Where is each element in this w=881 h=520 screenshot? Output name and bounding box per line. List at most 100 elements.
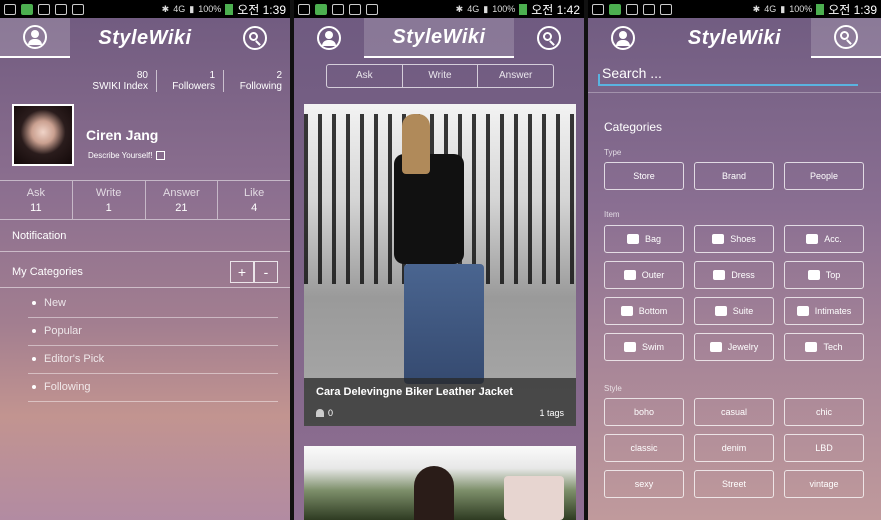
post-image-figure: [384, 114, 504, 394]
item-jewelry-button[interactable]: Jewelry: [694, 333, 774, 361]
style-lbd-button[interactable]: LBD: [784, 434, 864, 462]
mail-icon: [660, 3, 672, 15]
describe-yourself[interactable]: Describe Yourself!: [88, 151, 166, 161]
activity-bar: Ask 11 Write 1 Answer 21 Like 4: [0, 180, 290, 220]
tab-profile[interactable]: [588, 18, 658, 58]
dress-icon: [713, 270, 726, 280]
post-caption: Cara Delevingne Biker Leather Jacket 0 1…: [304, 378, 576, 426]
user-icon: [23, 25, 47, 49]
add-category-button[interactable]: +: [230, 261, 254, 283]
my-categories-row: My Categories + -: [0, 258, 290, 288]
notification-icon: [609, 3, 621, 15]
avatar[interactable]: [12, 104, 74, 166]
tab-feed[interactable]: StyleWiki: [658, 18, 811, 58]
activity-like[interactable]: Like 4: [218, 181, 290, 219]
search-screen: ✱ 4G ▮ 100% 오전 1:39 StyleWiki Search ...…: [588, 0, 881, 520]
stat-following[interactable]: 2 Following: [224, 70, 290, 92]
outer-icon: [623, 270, 636, 280]
activity-answer[interactable]: Answer 21: [146, 181, 219, 219]
search-icon: [243, 26, 267, 50]
filter-answer[interactable]: Answer: [478, 65, 553, 87]
item-top-button[interactable]: Top: [784, 261, 864, 289]
clock: 오전 1:39: [237, 2, 286, 17]
top-icon: [807, 270, 820, 280]
type-store-button[interactable]: Store: [604, 162, 684, 190]
list-item[interactable]: Popular: [28, 318, 278, 346]
back-icon: [592, 3, 604, 15]
filter-ask[interactable]: Ask: [327, 65, 403, 87]
clock: 오전 1:39: [828, 2, 877, 17]
item-tech-button[interactable]: Tech: [784, 333, 864, 361]
item-intimates-button[interactable]: Intimates: [784, 297, 864, 325]
notification-row[interactable]: Notification: [0, 222, 290, 252]
style-grid: boho casual chic classic denim LBD sexy …: [604, 398, 864, 498]
battery-percent: 100%: [789, 4, 813, 14]
style-casual-button[interactable]: casual: [694, 398, 774, 426]
style-boho-button[interactable]: boho: [604, 398, 684, 426]
type-label: Type: [604, 148, 622, 157]
item-dress-button[interactable]: Dress: [694, 261, 774, 289]
style-vintage-button[interactable]: vintage: [784, 470, 864, 498]
style-label: Style: [604, 384, 622, 393]
battery-percent: 100%: [492, 4, 516, 14]
style-classic-button[interactable]: classic: [604, 434, 684, 462]
item-bag-button[interactable]: Bag: [604, 225, 684, 253]
feed-post[interactable]: [304, 446, 576, 520]
type-people-button[interactable]: People: [784, 162, 864, 190]
stat-followers[interactable]: 1 Followers: [157, 70, 224, 92]
intimates-icon: [796, 306, 809, 316]
post-title: Cara Delevingne Biker Leather Jacket: [316, 386, 513, 398]
item-grid: Bag Shoes Acc. Outer Dress Top Bottom Su…: [604, 225, 864, 361]
tab-feed[interactable]: StyleWiki: [70, 18, 220, 58]
notification-icon: [315, 3, 327, 15]
item-bottom-button[interactable]: Bottom: [604, 297, 684, 325]
tab-feed[interactable]: StyleWiki: [364, 18, 514, 58]
style-sexy-button[interactable]: sexy: [604, 470, 684, 498]
filter-write[interactable]: Write: [403, 65, 479, 87]
accessory-icon: [806, 234, 819, 244]
activity-write[interactable]: Write 1: [73, 181, 146, 219]
item-swim-button[interactable]: Swim: [604, 333, 684, 361]
tab-search[interactable]: [811, 18, 881, 58]
bag-icon: [626, 234, 639, 244]
search-icon: [537, 26, 561, 50]
remove-category-button[interactable]: -: [254, 261, 278, 283]
swimsuit-icon: [624, 342, 636, 352]
search-input[interactable]: Search ...: [598, 60, 858, 86]
shoe-icon: [712, 234, 725, 244]
tab-search[interactable]: [514, 18, 584, 58]
activity-ask[interactable]: Ask 11: [0, 181, 73, 219]
like-count: 0: [328, 408, 334, 418]
style-chic-button[interactable]: chic: [784, 398, 864, 426]
tab-profile[interactable]: [0, 18, 70, 58]
feed-post[interactable]: Cara Delevingne Biker Leather Jacket 0 1…: [304, 104, 576, 426]
list-item[interactable]: Editor's Pick: [28, 346, 278, 374]
stat-swiki-index[interactable]: 80 SWIKI Index: [90, 70, 157, 92]
item-outer-button[interactable]: Outer: [604, 261, 684, 289]
tab-profile[interactable]: [294, 18, 364, 58]
skirt-icon: [620, 306, 633, 316]
tab-search[interactable]: [220, 18, 290, 58]
list-item[interactable]: Following: [28, 374, 278, 402]
item-label: Item: [604, 210, 620, 219]
user-icon: [317, 26, 341, 50]
list-item[interactable]: New: [28, 290, 278, 318]
back-icon: [298, 3, 310, 15]
bluetooth-icon: ✱: [161, 3, 170, 14]
heart-icon: [316, 409, 324, 417]
item-shoes-button[interactable]: Shoes: [694, 225, 774, 253]
style-denim-button[interactable]: denim: [694, 434, 774, 462]
item-suite-button[interactable]: Suite: [694, 297, 774, 325]
network-type: 4G: [467, 4, 480, 14]
top-nav: StyleWiki: [588, 18, 881, 58]
item-acc-button[interactable]: Acc.: [784, 225, 864, 253]
my-categories-list: New Popular Editor's Pick Following: [28, 290, 278, 402]
like-button[interactable]: 0: [316, 408, 333, 418]
type-brand-button[interactable]: Brand: [694, 162, 774, 190]
battery-icon: [519, 3, 528, 15]
image-icon: [643, 3, 655, 15]
top-nav: StyleWiki: [294, 18, 584, 58]
image-icon: [349, 3, 361, 15]
style-street-button[interactable]: Street: [694, 470, 774, 498]
tag-count[interactable]: 1 tags: [539, 408, 564, 418]
